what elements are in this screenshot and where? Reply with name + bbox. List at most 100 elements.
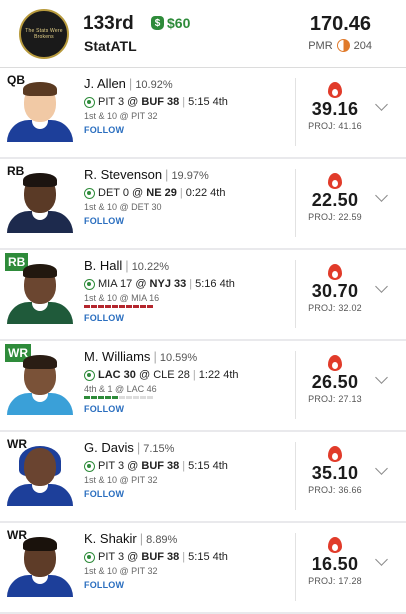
player-name[interactable]: K. Shakir	[84, 531, 137, 546]
drive-segment	[105, 396, 111, 399]
player-info: M. Williams | 10.59% LAC 30 @ CLE 28 | 1…	[84, 349, 294, 414]
player-avatar	[7, 355, 73, 415]
player-score: 16.50	[311, 554, 359, 574]
player-row[interactable]: QB J. Allen | 10.92% PIT 3 @ BUF 38 | 5:…	[0, 68, 406, 157]
pmr-indicator: PMR 204	[308, 39, 372, 52]
separator: |	[182, 96, 186, 108]
game-line: PIT 3 @ BUF 38 | 5:15 4th	[84, 551, 294, 563]
follow-button[interactable]: FOLLOW	[84, 125, 294, 135]
separator: |	[189, 278, 193, 290]
chevron-down-icon[interactable]	[375, 371, 388, 384]
live-game-icon	[84, 278, 95, 290]
drive-segment	[112, 305, 118, 308]
follow-button[interactable]: FOLLOW	[84, 216, 294, 226]
follow-button[interactable]: FOLLOW	[84, 489, 294, 499]
player-name-line: R. Stevenson | 19.97%	[84, 167, 294, 182]
player-name-line: M. Williams | 10.59%	[84, 349, 294, 364]
player-name[interactable]: J. Allen	[84, 76, 126, 91]
game-clock: 0:22 4th	[185, 187, 226, 199]
team-name: StatATL	[84, 38, 137, 54]
player-info: B. Hall | 10.22% MIA 17 @ NYJ 33 | 5:16 …	[84, 258, 294, 323]
chevron-down-icon[interactable]	[375, 280, 388, 293]
chevron-down-icon[interactable]	[375, 462, 388, 475]
score-box: 35.10 PROJ: 36.66	[300, 446, 370, 495]
follow-button[interactable]: FOLLOW	[84, 313, 294, 323]
player-list: QB J. Allen | 10.92% PIT 3 @ BUF 38 | 5:…	[0, 68, 406, 614]
away-score: MIA 17	[98, 278, 133, 290]
projection: PROJ: 36.66	[308, 485, 362, 495]
home-score: BUF 38	[141, 96, 180, 108]
divider	[295, 260, 296, 328]
drive-chart	[84, 396, 294, 400]
player-avatar	[7, 537, 73, 597]
drive-segment	[133, 396, 139, 399]
drive-segment	[84, 396, 90, 399]
player-avatar	[7, 264, 73, 324]
projection: PROJ: 17.28	[308, 576, 362, 586]
drive-chart	[84, 305, 294, 309]
chevron-down-icon[interactable]	[375, 553, 388, 566]
roster-percent: 10.59%	[159, 352, 198, 364]
drive-segment	[98, 396, 104, 399]
player-row[interactable]: WR G. Davis | 7.15% PIT 3 @ BUF 38 | 5:1…	[0, 432, 406, 521]
fire-icon	[328, 446, 342, 462]
projection: PROJ: 27.13	[308, 394, 362, 404]
hair-shape	[23, 264, 57, 278]
home-score: CLE 28	[153, 369, 190, 381]
player-row[interactable]: RB R. Stevenson | 19.97% DET 0 @ NE 29 |…	[0, 159, 406, 248]
follow-button[interactable]: FOLLOW	[84, 580, 294, 590]
down-distance: 4th & 1 @ LAC 46	[84, 384, 157, 394]
score-box: 39.16 PROJ: 41.16	[300, 82, 370, 131]
player-row[interactable]: WR M. Williams | 10.59% LAC 30 @ CLE 28 …	[0, 341, 406, 430]
drive-segment	[140, 305, 146, 308]
player-name-line: G. Davis | 7.15%	[84, 440, 294, 455]
player-name[interactable]: R. Stevenson	[84, 167, 162, 182]
total-points: 170.46	[309, 13, 371, 35]
down-distance: 1st & 10 @ PIT 32	[84, 566, 158, 576]
team-logo[interactable]: The Stats Were Brokens	[19, 9, 69, 59]
separator: |	[165, 167, 169, 182]
lineup-header: The Stats Were Brokens 133rd $ $60 StatA…	[0, 0, 406, 68]
drive-segment	[84, 305, 90, 308]
down-distance: 1st & 10 @ MIA 16	[84, 293, 160, 303]
chevron-down-icon[interactable]	[375, 98, 388, 111]
game-line: PIT 3 @ BUF 38 | 5:15 4th	[84, 460, 294, 472]
home-score: BUF 38	[141, 460, 180, 472]
projection: PROJ: 22.59	[308, 212, 362, 222]
player-row[interactable]: WR K. Shakir | 8.89% PIT 3 @ BUF 38 | 5:…	[0, 523, 406, 612]
player-name[interactable]: M. Williams	[84, 349, 150, 364]
game-clock: 5:15 4th	[188, 96, 228, 108]
winnings-amount: $60	[167, 15, 191, 31]
game-clock: 5:15 4th	[188, 551, 228, 563]
away-score: PIT 3	[98, 460, 125, 472]
game-line: PIT 3 @ BUF 38 | 5:15 4th	[84, 96, 294, 108]
money-bag-icon: $	[151, 16, 164, 30]
separator: |	[182, 551, 186, 563]
chevron-down-icon[interactable]	[375, 189, 388, 202]
player-avatar	[7, 446, 73, 506]
player-name[interactable]: B. Hall	[84, 258, 122, 273]
live-game-icon	[84, 187, 95, 199]
drive-segment	[119, 396, 125, 399]
roster-percent: 19.97%	[171, 170, 209, 182]
hair-shape	[23, 537, 57, 551]
pmr-label: PMR	[308, 39, 333, 52]
hair-shape	[23, 173, 57, 187]
score-box: 26.50 PROJ: 27.13	[300, 355, 370, 404]
separator: |	[125, 258, 129, 273]
player-name[interactable]: G. Davis	[84, 440, 134, 455]
game-clock: 5:16 4th	[195, 278, 235, 290]
at-symbol: @	[138, 369, 151, 381]
drive-segment	[147, 305, 153, 308]
player-score: 26.50	[311, 372, 359, 392]
player-row[interactable]: RB B. Hall | 10.22% MIA 17 @ NYJ 33 | 5:…	[0, 250, 406, 339]
follow-button[interactable]: FOLLOW	[84, 404, 294, 414]
pmr-value: 204	[353, 39, 372, 52]
live-game-icon	[84, 369, 95, 381]
winnings: $ $60	[151, 15, 190, 31]
live-game-icon	[84, 96, 95, 108]
live-game-icon	[84, 460, 95, 472]
game-line: MIA 17 @ NYJ 33 | 5:16 4th	[84, 278, 294, 290]
score-box: 22.50 PROJ: 22.59	[300, 173, 370, 222]
fire-icon	[328, 264, 342, 280]
